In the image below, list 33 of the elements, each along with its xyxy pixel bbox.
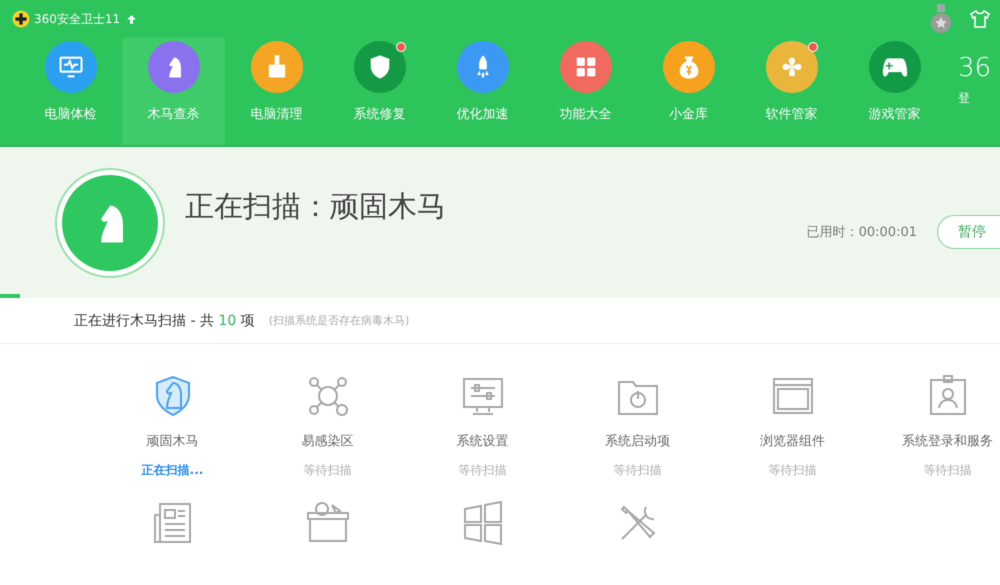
nav-tab[interactable]: 木马查杀 <box>122 38 225 145</box>
pause-button[interactable]: 暂停 <box>937 214 1000 248</box>
nav-tab[interactable]: 优化加速 <box>431 38 534 145</box>
nav-tab[interactable]: 小金库 <box>637 38 740 145</box>
nav-tab[interactable]: 软件管家 <box>740 38 843 145</box>
nav-tab[interactable]: 电脑清理 <box>225 38 328 145</box>
medal-icon[interactable] <box>930 4 952 34</box>
nav-tab[interactable]: 功能大全 <box>534 38 637 145</box>
scan-item-status: 等待扫描 <box>924 462 972 479</box>
scan-item-status: 等待扫描 <box>458 462 506 479</box>
nav-tab[interactable]: 游戏管家 <box>843 38 946 145</box>
nav-tab[interactable]: 电脑体检 <box>19 38 122 145</box>
plus-logo-icon <box>12 10 30 28</box>
scan-item-label: 易感染区 <box>302 433 354 450</box>
scan-hint: (扫描系统是否存在病毒木马) <box>268 313 410 328</box>
scan-item-status: 正在扫描... <box>142 462 204 479</box>
scan-summary: 正在进行木马扫描 - 共 10 项 <box>74 312 255 330</box>
upgrade-arrow-icon[interactable] <box>126 14 138 24</box>
scan-item-label: 系统登录和服务 <box>902 433 993 450</box>
shirt-icon[interactable] <box>970 10 990 28</box>
nav-tab[interactable]: 系统修复 <box>328 38 431 145</box>
login-link[interactable]: 登 <box>958 90 970 107</box>
scan-item-status: 等待扫描 <box>304 462 352 479</box>
scan-item-label: 浏览器组件 <box>760 433 825 450</box>
scan-item-status: 等待扫描 <box>614 462 662 479</box>
scan-item-label: 顽固木马 <box>146 433 198 450</box>
app-title: 360安全卫士11 <box>34 10 120 28</box>
scan-item-status: 等待扫描 <box>768 462 816 479</box>
scan-title: 正在扫描：顽固木马 <box>185 188 446 225</box>
brand-text: 36 <box>958 54 992 82</box>
scan-item-label: 系统启动项 <box>605 433 670 450</box>
scan-item-label: 系统设置 <box>456 433 508 450</box>
elapsed-time: 已用时：00:00:01 <box>806 224 917 240</box>
